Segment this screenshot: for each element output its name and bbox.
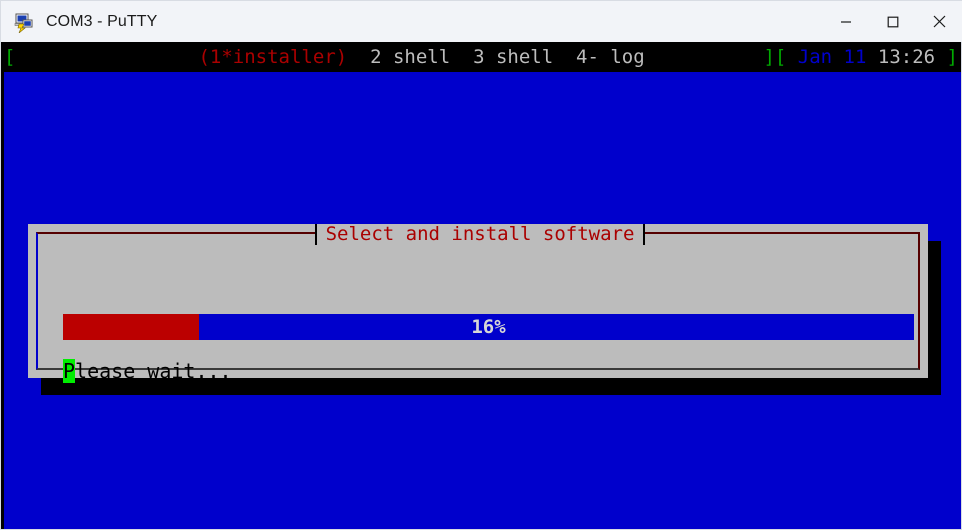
close-icon	[933, 15, 946, 28]
dialog-inner-frame: Select and install software 16% Please w…	[36, 224, 920, 383]
maximize-icon	[887, 16, 898, 27]
window-title: COM3 - PuTTY	[46, 12, 158, 30]
terminal-cursor: P	[63, 359, 76, 383]
tmux-window-shell-2[interactable]: 2 shell	[370, 46, 450, 68]
tmux-window-list: [ (1*installer) 2 shell 3 shell 4- log	[4, 42, 645, 72]
putty-window: COM3 - PuTTY [(1*installer) 2 shell 3 s…	[0, 0, 962, 530]
tmux-window-installer[interactable]: (1*installer)	[198, 46, 347, 68]
minimize-button[interactable]	[822, 1, 869, 42]
status-message: Please wait...	[63, 359, 232, 383]
status-time: 13:26	[877, 46, 936, 68]
putty-icon	[13, 11, 35, 33]
maximize-button[interactable]	[869, 1, 916, 42]
installer-dialog: Select and install software 16% Please w…	[28, 224, 928, 383]
dialog-title-strip: Select and install software	[38, 224, 922, 245]
tmux-status-bar: [ (1*installer) 2 shell 3 shell 4- log ]…	[1, 42, 961, 72]
title-separator-right	[643, 224, 646, 245]
terminal-left-margin	[1, 42, 4, 529]
window-controls	[822, 1, 962, 42]
status-close-bracket: ]	[763, 46, 775, 68]
status-right-open-bracket: [	[774, 46, 787, 68]
tmux-window-shell-3[interactable]: 3 shell	[473, 46, 553, 68]
dialog-title: Select and install software	[316, 224, 644, 245]
status-right-close-bracket: ]	[946, 46, 958, 68]
tmux-window-log-4[interactable]: 4- log	[576, 46, 645, 68]
tmux-status-right: ][ Jan 11 13:26 ]	[763, 42, 958, 72]
window-titlebar[interactable]: COM3 - PuTTY	[1, 1, 962, 42]
status-message-text: lease wait...	[75, 359, 232, 383]
progress-bar: 16%	[63, 314, 914, 340]
close-button[interactable]	[916, 1, 962, 42]
minimize-icon	[840, 20, 851, 23]
status-open-bracket: [	[4, 46, 16, 68]
status-date: Jan 11	[797, 46, 867, 68]
progress-percent-label: 16%	[471, 316, 506, 338]
title-separator-left	[314, 224, 317, 245]
terminal-screen[interactable]: [ (1*installer) 2 shell 3 shell 4- log ]…	[1, 42, 961, 529]
